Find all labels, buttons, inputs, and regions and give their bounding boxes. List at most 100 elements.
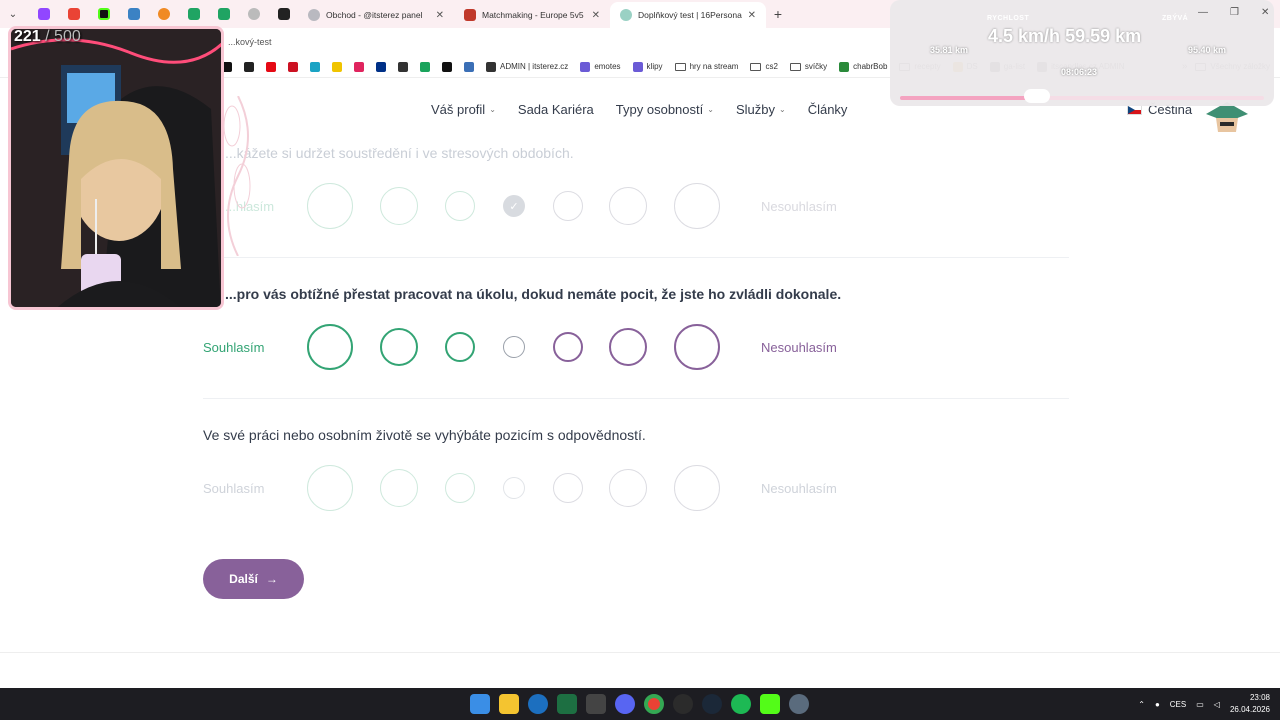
answer-option[interactable] <box>503 477 525 499</box>
app-icon[interactable] <box>673 694 693 714</box>
pinned-tab-app[interactable] <box>150 2 178 26</box>
volume-icon[interactable]: ◁ <box>1214 700 1220 709</box>
keyboard-language[interactable]: CES <box>1170 700 1186 709</box>
nav-label: Váš profil <box>431 102 486 117</box>
tab-16personalities[interactable]: Doplňkový test | 16Personalities ✕ <box>610 2 766 28</box>
pinned-tab-twitch[interactable] <box>30 2 58 26</box>
bookmark-item[interactable]: ADMIN | itsterez.cz <box>480 61 574 72</box>
answer-option[interactable] <box>380 328 418 366</box>
pinned-tab-app[interactable] <box>270 2 298 26</box>
answer-option[interactable] <box>380 187 418 225</box>
answer-option[interactable] <box>609 187 647 225</box>
answer-option[interactable]: ✓ <box>503 195 525 217</box>
bookmark-item[interactable] <box>436 61 458 72</box>
close-icon[interactable]: ✕ <box>748 10 756 21</box>
app-icon <box>354 61 364 72</box>
close-icon[interactable]: ✕ <box>592 10 600 21</box>
excel-icon[interactable] <box>557 694 577 714</box>
steam-icon[interactable] <box>702 694 722 714</box>
elapsed-time: 08:06:23 <box>1061 67 1098 77</box>
nav-item-profil[interactable]: Váš profil ⌄ <box>431 102 496 117</box>
answer-option[interactable] <box>380 469 418 507</box>
nav-item-clanky[interactable]: Články <box>808 102 848 117</box>
pinned-tab-kick[interactable] <box>90 2 118 26</box>
close-icon[interactable]: ✕ <box>436 10 444 21</box>
left-distance: 35.81 km <box>930 45 969 55</box>
pinned-tab-sheets[interactable] <box>180 2 208 26</box>
bookmark-item[interactable] <box>282 61 304 72</box>
webcam-overlay <box>8 26 224 310</box>
tab-obchod[interactable]: Obchod - @itsterez panel ✕ <box>298 2 454 28</box>
stream-stats-overlay: RYCHLOST ZBÝVÁ 4.5 km/h 59.59 km 35.81 k… <box>890 0 1274 106</box>
pinned-tab-gmail[interactable] <box>60 2 88 26</box>
answer-option[interactable] <box>445 191 475 221</box>
pinned-tab-app[interactable] <box>120 2 148 26</box>
answer-option[interactable] <box>503 336 525 358</box>
answer-option[interactable] <box>445 473 475 503</box>
main-nav: Váš profil ⌄ Sada Kariéra Typy osobností ⌄… <box>431 102 847 117</box>
answer-option[interactable] <box>674 465 720 511</box>
spotify-icon[interactable] <box>731 694 751 714</box>
app-icon <box>332 61 342 72</box>
answer-option[interactable] <box>307 183 353 229</box>
explorer-icon[interactable] <box>499 694 519 714</box>
bookmark-item[interactable]: klipy <box>627 61 669 72</box>
answer-option[interactable] <box>609 469 647 507</box>
bookmark-item[interactable] <box>370 61 392 72</box>
nav-item-sluzby[interactable]: Služby ⌄ <box>736 102 786 117</box>
new-tab-icon[interactable]: + <box>766 6 790 22</box>
bookmark-item[interactable] <box>238 61 260 72</box>
chevron-up-icon[interactable]: ⌃ <box>1138 700 1145 709</box>
bookmark-item[interactable] <box>260 61 282 72</box>
answer-option[interactable] <box>609 328 647 366</box>
kick-icon[interactable] <box>760 694 780 714</box>
disagree-label: Nesouhlasím <box>761 340 837 355</box>
windows-icon[interactable] <box>470 694 490 714</box>
answer-option[interactable] <box>307 324 353 370</box>
pinned-tab-app[interactable] <box>240 2 268 26</box>
discord-icon[interactable] <box>615 694 635 714</box>
system-tray: ⌃ ● CES ▭ ◁ 23:08 26.04.2026 <box>1138 692 1270 716</box>
bookmark-item[interactable] <box>348 61 370 72</box>
answer-option[interactable] <box>674 324 720 370</box>
app-icon[interactable] <box>586 694 606 714</box>
answer-option[interactable] <box>445 332 475 362</box>
nav-item-kariera[interactable]: Sada Kariéra <box>518 102 594 117</box>
taskbar-apps <box>470 694 809 714</box>
pinned-tab-sheets[interactable] <box>210 2 238 26</box>
nav-label: Články <box>807 102 848 117</box>
tab-search-chevron-icon[interactable]: ⌄ <box>0 0 26 28</box>
answer-option[interactable] <box>553 473 583 503</box>
address-bar[interactable]: ...kový-test <box>228 37 272 47</box>
nav-item-typy[interactable]: Typy osobností ⌄ <box>616 102 714 117</box>
bookmark-item[interactable]: emotes <box>574 61 626 72</box>
maximize-icon[interactable]: ❐ <box>1230 7 1239 18</box>
bookmark-item[interactable] <box>414 61 436 72</box>
microphone-icon[interactable]: ● <box>1155 700 1160 709</box>
bookmark-item[interactable] <box>392 61 414 72</box>
settings-icon[interactable] <box>789 694 809 714</box>
question-text: Ve své práci nebo osobním životě se vyhý… <box>203 427 646 443</box>
bookmark-item[interactable]: hry na stream <box>669 62 745 71</box>
minimize-icon[interactable]: — <box>1198 7 1208 18</box>
window-close-icon[interactable]: ✕ <box>1261 7 1269 18</box>
chrome-icon[interactable] <box>644 694 664 714</box>
answer-option[interactable] <box>674 183 720 229</box>
tab-matchmaking[interactable]: Matchmaking - Europe 5v5 Qu ✕ <box>454 2 610 28</box>
answer-option[interactable] <box>307 465 353 511</box>
bookmark-item[interactable]: chabrBob <box>833 61 893 72</box>
bookmark-item[interactable] <box>326 61 348 72</box>
network-icon[interactable]: ▭ <box>1196 700 1204 709</box>
app-icon[interactable] <box>528 694 548 714</box>
answer-option[interactable] <box>553 191 583 221</box>
clock[interactable]: 23:08 26.04.2026 <box>1230 692 1270 716</box>
folder-icon <box>750 62 762 71</box>
bookmark-item[interactable] <box>304 61 326 72</box>
next-button[interactable]: Další → <box>203 559 304 599</box>
bookmark-item[interactable]: svíčky <box>784 62 833 71</box>
answer-option[interactable] <box>553 332 583 362</box>
bookmark-item[interactable]: cs2 <box>744 62 783 71</box>
globe-icon <box>486 61 496 72</box>
bookmark-item[interactable] <box>458 61 480 72</box>
question-block: ...kážete si udržet soustředění i ve str… <box>203 140 1069 280</box>
